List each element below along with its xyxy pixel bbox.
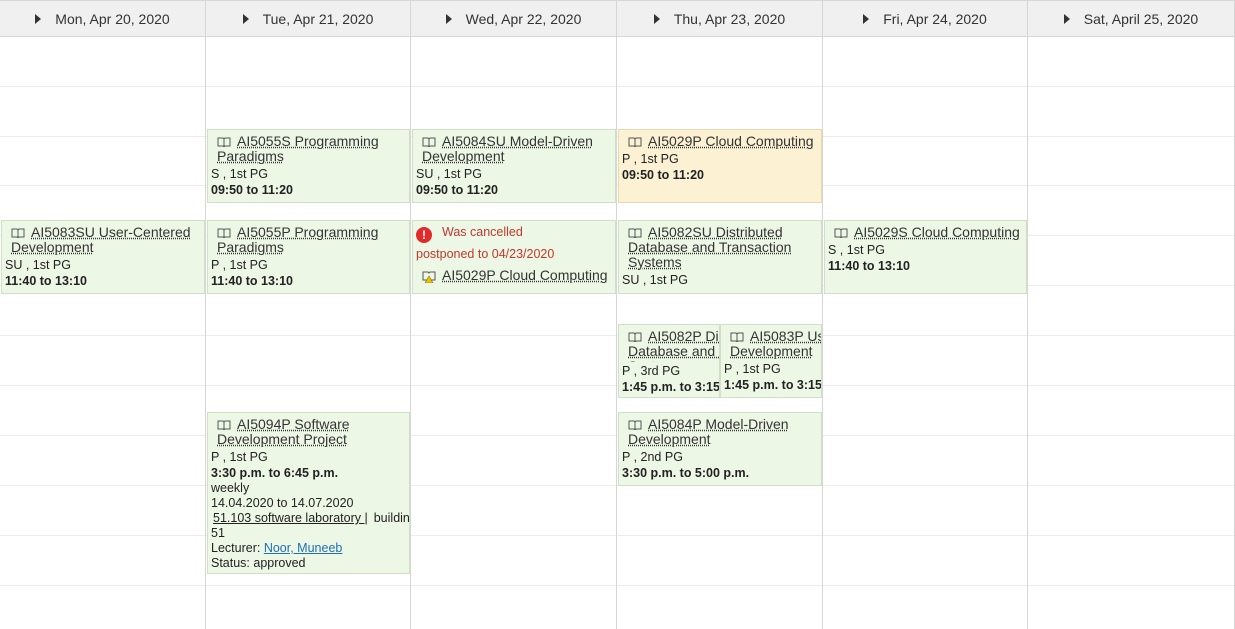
day-column-mon: Mon, Apr 20, 2020 bbox=[0, 0, 206, 629]
event-time: 09:50 to 11:20 bbox=[622, 168, 704, 182]
event-title-link[interactable]: AI5029P Cloud Computing bbox=[622, 134, 818, 149]
caret-right-icon bbox=[445, 13, 452, 24]
event-group: SU , 1st PG bbox=[5, 258, 71, 272]
event-lecturer: Lecturer: Noor, Muneeb bbox=[211, 541, 343, 555]
event-recurrence: weekly bbox=[211, 481, 250, 495]
day-label: Wed, Apr 22, 2020 bbox=[465, 10, 582, 27]
day-label: Mon, Apr 20, 2020 bbox=[55, 10, 170, 27]
event-group: P , 1st PG bbox=[211, 258, 268, 272]
calendar-grid: Mon, Apr 20, 2020 Tue, Apr 21, 2020 Wed,… bbox=[0, 0, 1235, 629]
event-card[interactable]: AI5083P User-Centered Development P , 1s… bbox=[720, 324, 822, 398]
caret-right-icon bbox=[35, 13, 42, 24]
book-icon bbox=[628, 228, 642, 238]
event-card[interactable]: AI5055S Programming Paradigms S , 1st PG… bbox=[207, 129, 410, 203]
event-group: P , 3rd PG bbox=[622, 362, 716, 379]
event-status: Status: approved bbox=[211, 556, 306, 570]
event-card[interactable]: AI5029S Cloud Computing S , 1st PG 11:40… bbox=[824, 220, 1027, 294]
event-card[interactable]: AI5055P Programming Paradigms P , 1st PG… bbox=[207, 220, 410, 294]
event-title-link[interactable]: AI5055P Programming Paradigms bbox=[211, 225, 406, 255]
event-group: P , 1st PG bbox=[211, 450, 268, 464]
event-date-range: 14.04.2020 to 14.07.2020 bbox=[211, 496, 354, 510]
event-card[interactable]: AI5084SU Model-Driven Development SU , 1… bbox=[412, 129, 616, 203]
event-title-link[interactable]: AI5084P Model-Driven Development bbox=[622, 417, 818, 447]
event-group: P , 2nd PG bbox=[622, 450, 683, 464]
event-group: SU , 1st PG bbox=[622, 273, 688, 287]
book-warning-icon bbox=[422, 271, 436, 283]
event-card[interactable]: AI5082P Distributed Database and Transac… bbox=[618, 324, 720, 398]
event-group: P , 1st PG bbox=[724, 362, 781, 376]
room-link[interactable]: 51.103 software laboratory | bbox=[211, 511, 368, 525]
event-room: 51.103 software laboratory |building bbox=[211, 511, 410, 525]
event-time: 1:45 p.m. to 3:15 p.m. bbox=[724, 378, 822, 392]
book-icon bbox=[834, 228, 848, 238]
event-title-link[interactable]: AI5082SU Distributed Database and Transa… bbox=[622, 225, 818, 270]
book-icon bbox=[628, 332, 642, 342]
event-time: 09:50 to 11:20 bbox=[211, 183, 293, 197]
caret-right-icon bbox=[1063, 13, 1070, 24]
event-title-link[interactable]: AI5083SU User-Centered Development bbox=[5, 225, 201, 255]
cancel-notice: ! Was cancelled bbox=[416, 225, 612, 243]
book-icon bbox=[217, 137, 231, 147]
event-group: P , 1st PG bbox=[622, 152, 679, 166]
day-header-tue[interactable]: Tue, Apr 21, 2020 bbox=[206, 0, 410, 37]
book-icon bbox=[730, 332, 744, 342]
event-title-link[interactable]: AI5094P Software Development Project bbox=[211, 417, 406, 447]
day-column-sat: Sat, April 25, 2020 bbox=[1028, 0, 1235, 629]
day-column-wed: Wed, Apr 22, 2020 bbox=[411, 0, 617, 629]
event-title-link[interactable]: AI5029S Cloud Computing bbox=[828, 225, 1023, 240]
book-icon bbox=[628, 137, 642, 147]
event-title-link[interactable]: AI5083P User-Centered Development bbox=[724, 329, 821, 359]
event-card[interactable]: AI5082SU Distributed Database and Transa… bbox=[618, 220, 822, 294]
book-icon bbox=[628, 420, 642, 430]
event-card-cancelled[interactable]: ! Was cancelled postponed to 04/23/2020 A… bbox=[412, 220, 616, 294]
caret-right-icon bbox=[242, 13, 249, 24]
day-header-mon[interactable]: Mon, Apr 20, 2020 bbox=[0, 0, 205, 37]
event-card[interactable]: AI5084P Model-Driven Development P , 2nd… bbox=[618, 412, 822, 486]
day-header-fri[interactable]: Fri, Apr 24, 2020 bbox=[823, 0, 1027, 37]
postponed-notice: postponed to 04/23/2020 bbox=[416, 247, 555, 261]
book-icon bbox=[217, 228, 231, 238]
caret-right-icon bbox=[653, 13, 660, 24]
event-group: S , 1st PG bbox=[828, 243, 885, 257]
caret-right-icon bbox=[863, 13, 870, 24]
day-header-thu[interactable]: Thu, Apr 23, 2020 bbox=[617, 0, 822, 37]
day-label: Sat, April 25, 2020 bbox=[1083, 10, 1199, 27]
book-icon bbox=[217, 420, 231, 430]
lecturer-link[interactable]: Noor, Muneeb bbox=[264, 541, 343, 555]
event-group: SU , 1st PG bbox=[416, 167, 482, 181]
event-room-line2: 51 bbox=[211, 526, 225, 540]
event-card[interactable]: AI5094P Software Development Project P ,… bbox=[207, 412, 410, 574]
day-label: Fri, Apr 24, 2020 bbox=[883, 10, 987, 27]
day-header-sat[interactable]: Sat, April 25, 2020 bbox=[1028, 0, 1234, 37]
event-time: 09:50 to 11:20 bbox=[416, 183, 498, 197]
event-time: 3:30 p.m. to 6:45 p.m. bbox=[211, 466, 339, 480]
day-label: Thu, Apr 23, 2020 bbox=[673, 10, 786, 27]
event-title-link[interactable]: AI5055S Programming Paradigms bbox=[211, 134, 406, 164]
day-column-thu: Thu, Apr 23, 2020 bbox=[617, 0, 823, 629]
event-title-link[interactable]: AI5084SU Model-Driven Development bbox=[416, 134, 612, 164]
event-card[interactable]: AI5029P Cloud Computing P , 1st PG 09:50… bbox=[618, 129, 822, 203]
event-time: 11:40 to 13:10 bbox=[5, 274, 87, 288]
event-time: 1:45 p.m. to 3:15 p.m. bbox=[622, 380, 720, 395]
alert-icon: ! bbox=[416, 227, 432, 243]
event-card[interactable]: AI5083SU User-Centered Development SU , … bbox=[1, 220, 205, 294]
book-icon bbox=[11, 228, 25, 238]
day-label: Tue, Apr 21, 2020 bbox=[262, 10, 374, 27]
event-time: 11:40 to 13:10 bbox=[828, 259, 910, 273]
book-icon bbox=[422, 137, 436, 147]
event-title-link[interactable]: AI5029P Cloud Computing bbox=[416, 268, 612, 283]
day-column-fri: Fri, Apr 24, 2020 bbox=[823, 0, 1028, 629]
event-time: 11:40 to 13:10 bbox=[211, 274, 293, 288]
event-time: 3:30 p.m. to 5:00 p.m. bbox=[622, 466, 750, 480]
day-header-wed[interactable]: Wed, Apr 22, 2020 bbox=[411, 0, 616, 37]
event-group: S , 1st PG bbox=[211, 167, 268, 181]
